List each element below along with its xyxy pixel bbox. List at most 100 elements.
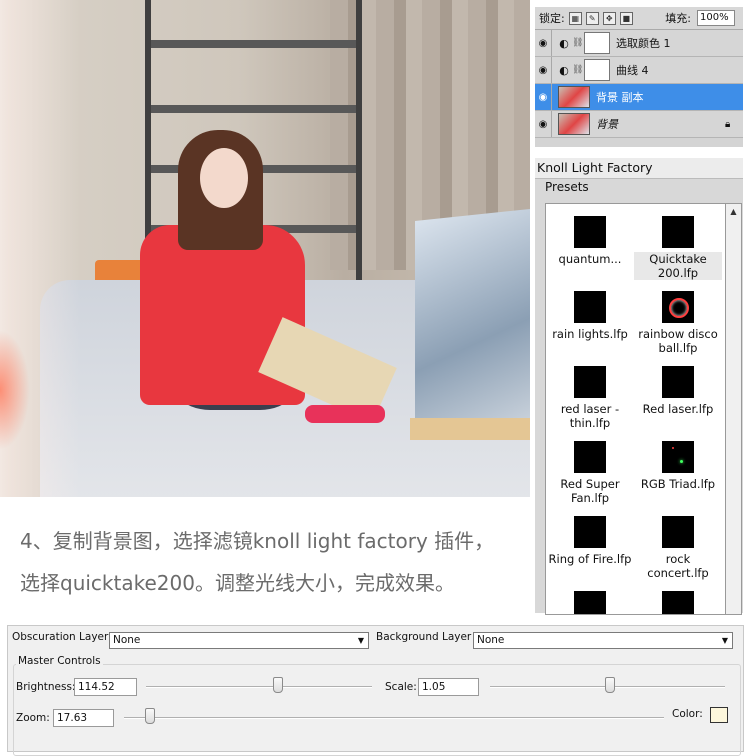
eye-icon[interactable]: ◉ — [535, 30, 552, 56]
layer-row-curves[interactable]: ◉ ◐ ⛓ 曲线 4 — [535, 57, 743, 84]
layer-name: 选取颜色 1 — [616, 37, 671, 50]
fill-label: 填充: — [665, 12, 691, 25]
layer-name: 背景 — [596, 118, 618, 131]
quantum-flare-icon — [574, 216, 606, 248]
quicktake-flare-icon — [662, 216, 694, 248]
preset-name: Quicktake 200.lfp — [634, 252, 722, 280]
preset-item[interactable] — [634, 591, 722, 614]
preset-name: Red Super Fan.lfp — [560, 477, 620, 505]
presets-label: Presets — [545, 180, 589, 194]
preset-item[interactable]: red laser - thin.lfp — [546, 366, 634, 430]
red-super-fan-icon — [574, 441, 606, 473]
edited-photo — [0, 0, 530, 497]
instruction-caption: 4、复制背景图，选择滤镜knoll light factory 插件， 选择qu… — [20, 520, 535, 604]
ring-of-fire-icon — [574, 516, 606, 548]
panel-title: Knoll Light Factory — [535, 158, 743, 179]
blue-flare-icon — [574, 591, 606, 614]
lock-move-icon[interactable]: ✥ — [602, 11, 616, 25]
layer-thumbnail — [558, 113, 590, 135]
preset-name: rain lights.lfp — [552, 327, 628, 341]
preset-name: Red laser.lfp — [642, 402, 714, 416]
wooden-board — [410, 418, 530, 440]
fill-input[interactable]: 100% — [697, 10, 735, 26]
preset-item[interactable]: Red Super Fan.lfp — [546, 441, 634, 505]
obscuration-layer-value: None — [113, 634, 141, 646]
preset-item[interactable]: rain lights.lfp — [546, 291, 634, 341]
preset-item[interactable]: Ring of Fire.lfp — [546, 516, 634, 566]
person-face — [200, 148, 248, 208]
lock-all-icon[interactable]: ■ — [619, 11, 633, 25]
background-layer-value: None — [477, 634, 505, 646]
eye-icon[interactable]: ◉ — [535, 57, 552, 83]
brightness-slider-handle[interactable] — [273, 677, 283, 693]
background-layer-select[interactable]: None ▼ — [473, 632, 733, 649]
eye-icon[interactable]: ◉ — [535, 84, 552, 110]
background-layer-label: Background Layer — [376, 631, 472, 643]
presets-grid: quantum... Quicktake 200.lfp rain lights… — [545, 203, 726, 615]
preset-item[interactable]: rock concert.lfp — [634, 516, 722, 580]
presets-scrollbar[interactable]: ▲ — [725, 203, 742, 615]
preset-item[interactable]: Quicktake 200.lfp — [634, 216, 722, 280]
knoll-light-factory-panel: Knoll Light Factory Presets quantum... Q… — [535, 158, 743, 615]
layer-mask-thumbnail[interactable] — [584, 59, 610, 81]
lock-icon: 🔒︎ — [725, 118, 731, 130]
chevron-down-icon: ▼ — [357, 636, 364, 645]
preset-item[interactable]: Red laser.lfp — [634, 366, 722, 416]
brightness-input[interactable]: 114.52 — [74, 678, 137, 696]
scale-label: Scale: — [385, 681, 417, 693]
layer-row-background[interactable]: ◉ 背景 🔒︎ — [535, 111, 743, 138]
red-laser-thin-icon — [574, 366, 606, 398]
preset-item[interactable]: rainbow disco ball.lfp — [634, 291, 722, 355]
lock-label: 锁定: — [539, 12, 565, 25]
preset-name: RGB Triad.lfp — [640, 477, 716, 491]
layers-panel: 锁定: ▦ ✎ ✥ ■ 填充: 100% ◉ ◐ ⛓ 选取颜色 1 ◉ ◐ ⛓ … — [535, 7, 743, 147]
master-controls-label: Master Controls — [16, 655, 103, 667]
obscuration-layer-select[interactable]: None ▼ — [109, 632, 369, 649]
layer-name: 背景 副本 — [596, 91, 644, 104]
rainbow-disco-ball-icon — [662, 291, 694, 323]
chevron-down-icon: ▼ — [721, 636, 728, 645]
preset-item[interactable]: RGB Triad.lfp — [634, 441, 722, 491]
color-swatch[interactable] — [710, 707, 728, 723]
rock-concert-icon — [662, 516, 694, 548]
brightness-label: Brightness: — [16, 681, 76, 693]
rgb-triad-icon — [662, 441, 694, 473]
layer-mask-thumbnail[interactable] — [584, 32, 610, 54]
scale-slider-handle[interactable] — [605, 677, 615, 693]
red-laser-icon — [662, 366, 694, 398]
pink-shoes — [305, 405, 385, 423]
preset-name: quantum... — [558, 252, 622, 266]
preset-name: Ring of Fire.lfp — [548, 552, 632, 566]
caption-line-1: 4、复制背景图，选择滤镜knoll light factory 插件， — [20, 529, 495, 553]
eye-icon[interactable]: ◉ — [535, 111, 552, 137]
rain-lights-icon — [574, 291, 606, 323]
layer-row-background-copy[interactable]: ◉ 背景 副本 — [535, 84, 743, 111]
zoom-input[interactable]: 17.63 — [53, 709, 114, 727]
preset-item[interactable]: quantum... — [546, 216, 634, 266]
layer-row-selective-color[interactable]: ◉ ◐ ⛓ 选取颜色 1 — [535, 30, 743, 57]
layers-toolbar: 锁定: ▦ ✎ ✥ ■ 填充: 100% — [535, 7, 743, 30]
adjustment-layer-icon: ◐ — [559, 36, 569, 50]
color-label: Color: — [672, 708, 703, 720]
lock-paint-brush-icon[interactable]: ✎ — [585, 11, 599, 25]
preset-name: rainbow disco ball.lfp — [638, 327, 718, 355]
painting-canvas — [415, 208, 530, 432]
layer-thumbnail — [558, 86, 590, 108]
lock-transparency-icon[interactable]: ▦ — [568, 11, 582, 25]
chain-link-icon: ⛓ — [572, 65, 584, 75]
scroll-up-icon[interactable]: ▲ — [726, 207, 741, 216]
layer-name: 曲线 4 — [616, 64, 649, 77]
obscuration-layer-label: Obscuration Layer — [12, 631, 109, 643]
zoom-slider-track[interactable] — [124, 717, 664, 719]
brightness-slider-track[interactable] — [146, 686, 372, 688]
scale-input[interactable]: 1.05 — [418, 678, 479, 696]
zoom-slider-handle[interactable] — [145, 708, 155, 724]
chain-link-icon: ⛓ — [572, 38, 584, 48]
knoll-controls-panel: Obscuration Layer None ▼ Background Laye… — [7, 625, 744, 756]
gold-rings-icon — [662, 591, 694, 614]
preset-name: rock concert.lfp — [647, 552, 709, 580]
adjustment-layer-icon: ◐ — [559, 63, 569, 77]
preset-item[interactable] — [546, 591, 634, 614]
preset-name: red laser - thin.lfp — [560, 402, 620, 430]
caption-line-2: 选择quicktake200。调整光线大小，完成效果。 — [20, 571, 455, 595]
